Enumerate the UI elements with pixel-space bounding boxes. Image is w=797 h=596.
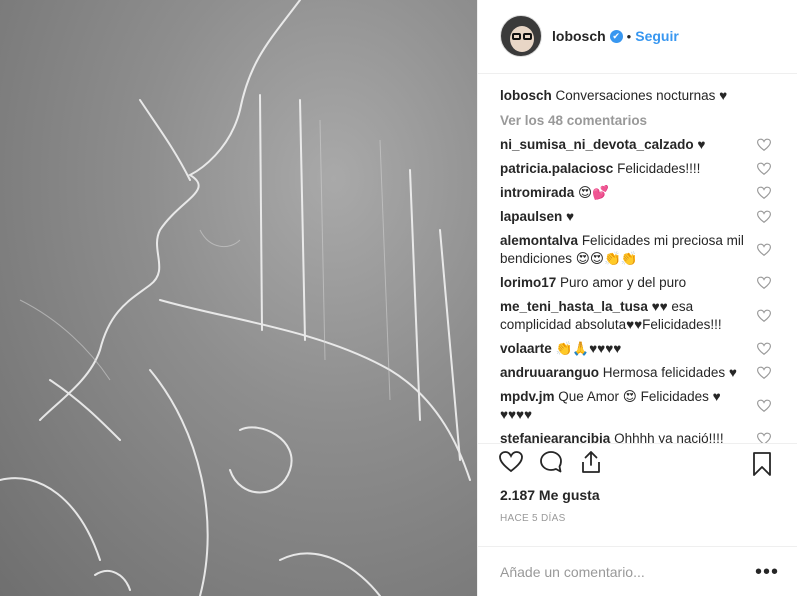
save-button[interactable] — [747, 449, 777, 479]
post-modal: lobosch ✔ • Seguir lobosch Conversacione… — [0, 0, 797, 596]
comment-like-heart-icon[interactable] — [757, 210, 771, 223]
comment-row: me_teni_hasta_la_tusa ♥♥ esa complicidad… — [500, 298, 775, 334]
post-timestamp[interactable]: HACE 5 DÍAS — [478, 503, 797, 524]
comment-text: Felicidades!!!! — [617, 160, 701, 176]
comment-text: Hermosa felicidades ♥ — [602, 364, 737, 380]
photo-sketch — [0, 0, 471, 596]
likes-count[interactable]: 2.187 Me gusta — [478, 481, 797, 503]
comment-button[interactable] — [536, 447, 566, 477]
comment-username[interactable]: patricia.palaciosc — [500, 161, 613, 176]
comment-username[interactable]: mpdv.jm — [500, 389, 555, 404]
view-all-comments-link[interactable]: Ver los 48 comentarios — [500, 113, 775, 128]
comment-text: ♥ — [697, 136, 706, 152]
comment-username[interactable]: volaarte — [500, 341, 552, 356]
comment-username[interactable]: andruuaranguo — [500, 365, 599, 380]
comment-row: alemontalva Felicidades mi preciosa mil … — [500, 232, 775, 268]
comment-text: Puro amor y del puro — [560, 274, 687, 290]
comment-like-heart-icon[interactable] — [757, 243, 771, 256]
more-options-icon[interactable]: ••• — [755, 562, 779, 582]
bookmark-icon — [753, 451, 771, 476]
comment-text: 😍💕 — [578, 184, 609, 200]
heart-outline-icon — [499, 451, 523, 473]
share-button[interactable] — [576, 447, 606, 477]
comment-username[interactable]: lapaulsen — [500, 209, 562, 224]
comment-text: ♥ — [566, 208, 575, 224]
comment-username[interactable]: lorimo17 — [500, 275, 556, 290]
comment-like-heart-icon[interactable] — [757, 276, 771, 289]
avatar[interactable] — [500, 15, 542, 58]
comment-username[interactable]: stefaniearancibia — [500, 431, 610, 443]
follow-button[interactable]: Seguir — [635, 28, 679, 44]
comment-row: stefaniearancibia Ohhhh ya nació!!!! — [500, 430, 775, 443]
post-caption: lobosch Conversaciones nocturnas ♥ — [500, 87, 775, 105]
post-photo[interactable] — [0, 0, 477, 596]
post-header: lobosch ✔ • Seguir — [478, 0, 797, 74]
comment-like-heart-icon[interactable] — [757, 138, 771, 151]
comment-text: 👏🙏♥♥♥♥ — [555, 340, 622, 356]
comment-row: patricia.palaciosc Felicidades!!!! — [500, 160, 775, 178]
add-comment-bar: ••• — [478, 546, 797, 596]
comment-row: mpdv.jm Que Amor 😍 Felicidades ♥ ♥♥♥♥ — [500, 388, 775, 424]
comment-username[interactable]: ni_sumisa_ni_devota_calzado — [500, 137, 694, 152]
action-bar — [478, 442, 797, 481]
caption-username[interactable]: lobosch — [500, 88, 552, 103]
header-username[interactable]: lobosch — [552, 28, 606, 44]
comment-row: volaarte 👏🙏♥♥♥♥ — [500, 340, 775, 358]
like-button[interactable] — [496, 447, 526, 477]
comment-username[interactable]: intromirada — [500, 185, 574, 200]
comment-username[interactable]: alemontalva — [500, 233, 578, 248]
comment-like-heart-icon[interactable] — [757, 162, 771, 175]
comment-input[interactable] — [500, 563, 740, 580]
comment-like-heart-icon[interactable] — [757, 366, 771, 379]
post-sidebar: lobosch ✔ • Seguir lobosch Conversacione… — [477, 0, 797, 596]
comment-like-heart-icon[interactable] — [757, 186, 771, 199]
comment-row: intromirada 😍💕 — [500, 184, 775, 202]
verified-badge-icon: ✔ — [609, 29, 623, 43]
speech-bubble-icon — [540, 451, 562, 473]
comment-text: Ohhhh ya nació!!!! — [614, 430, 724, 443]
caption-text: Conversaciones nocturnas ♥ — [555, 87, 728, 103]
comments-list[interactable]: lobosch Conversaciones nocturnas ♥ Ver l… — [478, 74, 797, 443]
comment-like-heart-icon[interactable] — [757, 432, 771, 443]
share-icon — [582, 451, 600, 474]
comment-row: lapaulsen ♥ — [500, 208, 775, 226]
comment-username[interactable]: me_teni_hasta_la_tusa — [500, 299, 648, 314]
comment-like-heart-icon[interactable] — [757, 309, 771, 322]
comment-like-heart-icon[interactable] — [757, 342, 771, 355]
comment-row: ni_sumisa_ni_devota_calzado ♥ — [500, 136, 775, 154]
comment-row: andruuaranguo Hermosa felicidades ♥ — [500, 364, 775, 382]
comment-like-heart-icon[interactable] — [757, 399, 771, 412]
comment-row: lorimo17 Puro amor y del puro — [500, 274, 775, 292]
separator-dot: • — [626, 28, 632, 44]
